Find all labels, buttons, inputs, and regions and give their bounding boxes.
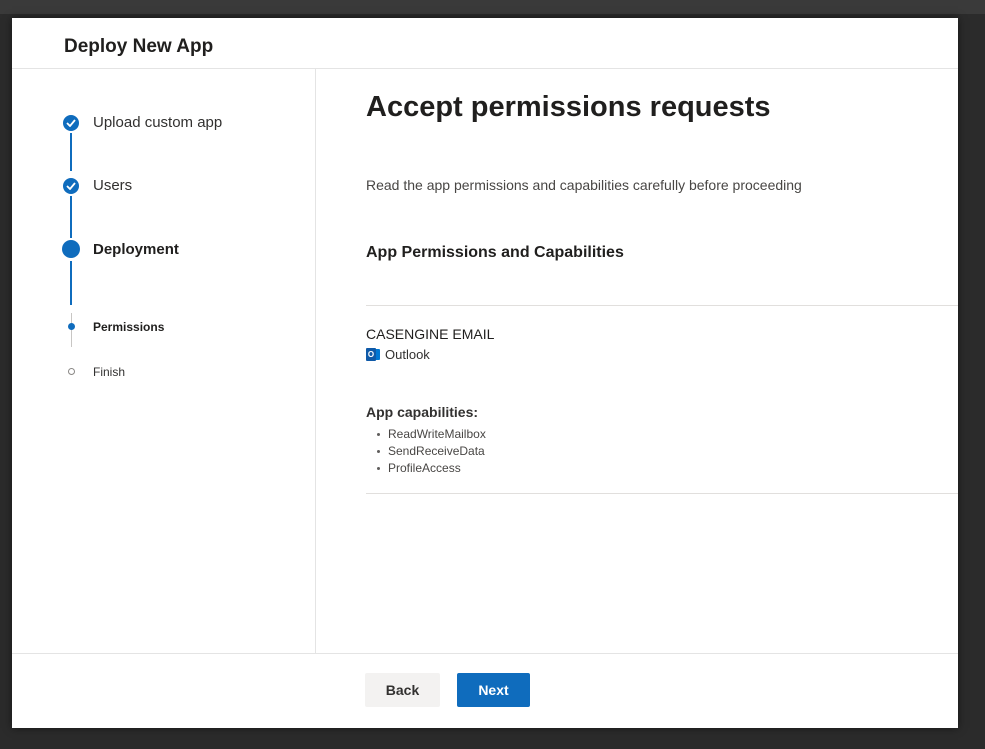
wizard-steps: Upload custom app Users Deployment Permi…	[12, 69, 316, 653]
page-title: Accept permissions requests	[366, 91, 771, 123]
step-connector	[71, 313, 72, 347]
deploy-app-dialog: Deploy New App Upload custom app Users D…	[12, 18, 958, 728]
check-circle-icon	[63, 115, 79, 131]
section-title: App Permissions and Capabilities	[366, 244, 624, 261]
app-name: CASENGINE EMAIL	[366, 326, 495, 342]
dialog-footer: Back Next	[12, 653, 958, 728]
step-label: Deployment	[93, 241, 179, 258]
step-connector	[70, 261, 72, 305]
list-item: ReadWriteMailbox	[374, 426, 486, 443]
current-step-icon	[62, 240, 80, 258]
step-label: Upload custom app	[93, 114, 223, 131]
list-item: SendReceiveData	[374, 443, 486, 460]
step-label: Users	[93, 177, 133, 194]
step-label: Finish	[93, 365, 126, 379]
step-connector	[70, 133, 72, 171]
list-item: ProfileAccess	[374, 460, 486, 477]
dialog-title: Deploy New App	[64, 36, 214, 57]
next-button[interactable]: Next	[457, 673, 530, 707]
host-app: O Outlook	[366, 346, 430, 362]
back-button[interactable]: Back	[365, 673, 440, 707]
capabilities-list: ReadWriteMailbox SendReceiveData Profile…	[374, 426, 486, 477]
check-circle-icon	[63, 178, 79, 194]
divider	[366, 493, 958, 494]
capabilities-heading: App capabilities:	[366, 404, 479, 420]
dialog-header: Deploy New App	[12, 18, 958, 69]
host-name: Outlook	[385, 346, 430, 362]
outlook-icon: O	[366, 347, 380, 361]
current-substep-dot-icon	[68, 323, 75, 330]
step-connector	[70, 196, 72, 238]
intro-text: Read the app permissions and capabilitie…	[366, 177, 802, 193]
pending-substep-dot-icon	[68, 368, 75, 375]
divider	[366, 305, 958, 306]
step-label: Permissions	[93, 320, 165, 334]
permissions-panel: Accept permissions requests Read the app…	[316, 69, 958, 653]
backdrop	[0, 0, 985, 14]
